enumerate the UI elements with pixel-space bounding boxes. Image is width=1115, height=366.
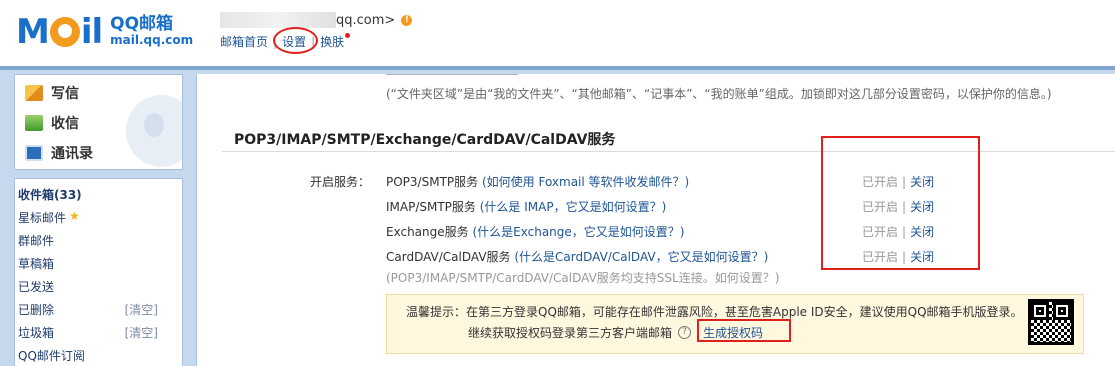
account-info: qq.com> ! (220, 12, 413, 28)
exclamation-icon[interactable]: ! (401, 14, 413, 26)
receive-label: 收信 (51, 116, 79, 132)
folder-label: 草稿箱 (18, 257, 55, 271)
auth-code-prompt: 继续获取授权码登录第三方客户端邮箱 ? (468, 324, 692, 341)
service-name: Exchange服务 (386, 225, 469, 239)
generate-button-highlight (697, 319, 791, 342)
folder-label: 收件箱(33) (18, 188, 82, 202)
folder-label: 垃圾箱 (18, 326, 55, 340)
compose-label: 写信 (51, 86, 79, 102)
service-help-link[interactable]: (什么是CardDAV/CalDAV，它又是如何设置？) (514, 250, 768, 264)
service-help-link[interactable]: (什么是 IMAP，它又是如何设置？) (480, 200, 667, 214)
ssl-note: (POP3/IMAP/SMTP/CardDAV/CalDAV服务均支持SSL连接… (386, 269, 779, 286)
help-icon[interactable]: ? (678, 326, 692, 339)
logo-o-icon (49, 17, 80, 47)
folder-label: 群邮件 (18, 234, 55, 248)
folder-lock-note: (“文件夹区域”是由“我的文件夹”、“其他邮箱”、“记事本”、“我的账单”组成。… (386, 87, 1052, 101)
account-name-blurred (220, 12, 336, 28)
mailbox-home-link[interactable]: 邮箱首页 (220, 33, 268, 50)
star-icon: ★ (69, 209, 80, 223)
settings-link-wrap: 设置 (273, 27, 319, 54)
empty-spam-link[interactable]: [清空] (125, 324, 158, 341)
folder-label: QQ邮件订阅 (18, 349, 85, 363)
folder-inbox[interactable]: 收件箱(33) (18, 186, 158, 203)
logo-mark: Mil (16, 12, 103, 52)
logo-text: QQ邮箱 mail.qq.com (110, 16, 193, 48)
auth-code-text: 继续获取授权码登录第三方客户端邮箱 (468, 326, 673, 340)
service-name: IMAP/SMTP服务 (386, 200, 476, 214)
service-help-link[interactable]: (如何使用 Foxmail 等软件收发邮件？) (482, 175, 689, 189)
ssl-setup-link[interactable]: 如何设置？ (715, 271, 775, 285)
status-highlight-box (821, 136, 980, 270)
contact-card-icon (25, 145, 43, 161)
header: Mil QQ邮箱 mail.qq.com qq.com> ! 邮箱首页 | 设置… (0, 0, 1115, 66)
settings-highlight-circle (273, 27, 319, 54)
service-row-imap: IMAP/SMTP服务 (什么是 IMAP，它又是如何设置？) (386, 198, 666, 215)
ssl-note-close: ) (774, 271, 780, 285)
ssl-note-text: (POP3/IMAP/SMTP/CardDAV/CalDAV服务均支持SSL连接… (386, 271, 715, 285)
frame-top-bar (0, 66, 1115, 70)
security-tip-text: 温馨提示：在第三方登录QQ邮箱，可能存在邮件泄露风险，甚至危害Apple ID安… (406, 305, 1023, 319)
logo-name-en: mail.qq.com (110, 33, 194, 47)
contacts-label: 通讯录 (51, 146, 93, 162)
inbox-download-icon (25, 115, 43, 131)
empty-deleted-link[interactable]: [清空] (125, 301, 158, 318)
service-help-link[interactable]: (什么是Exchange，它又是如何设置？) (472, 225, 684, 239)
section-title: POP3/IMAP/SMTP/Exchange/CardDAV/CalDAV服务 (234, 132, 616, 148)
folder-spam[interactable]: 垃圾箱 [清空] (18, 324, 158, 341)
folder-starred[interactable]: 星标邮件 ★ (18, 209, 158, 226)
folder-sent[interactable]: 已发送 (18, 278, 158, 295)
contacts-button[interactable]: 通讯录 (25, 143, 93, 163)
compose-panel: 写信 收信 通讯录 (14, 74, 183, 170)
folder-group-mail[interactable]: 群邮件 (18, 232, 158, 249)
folder-label: 已发送 (18, 280, 55, 294)
divider (386, 74, 518, 75)
service-label: 开启服务： (310, 175, 371, 189)
service-row-pop3: POP3/SMTP服务 (如何使用 Foxmail 等软件收发邮件？) (386, 173, 689, 190)
folder-subscriptions[interactable]: QQ邮件订阅 (18, 347, 158, 364)
change-skin-link[interactable]: 换肤 (320, 33, 344, 50)
section-divider (222, 151, 1115, 152)
logo-name-cn: QQ邮箱 (110, 14, 174, 34)
new-dot-icon (345, 33, 351, 38)
service-row-exchange: Exchange服务 (什么是Exchange，它又是如何设置？) (386, 223, 684, 240)
compose-button[interactable]: 写信 (25, 83, 79, 103)
account-email-suffix: qq.com> (336, 12, 396, 28)
service-name: CardDAV/CalDAV服务 (386, 250, 511, 264)
top-links: 邮箱首页 | 设置 | 换肤 (220, 27, 351, 54)
qq-mail-logo[interactable]: Mil QQ邮箱 mail.qq.com (16, 14, 193, 50)
folder-deleted[interactable]: 已删除 [清空] (18, 301, 158, 318)
service-name: POP3/SMTP服务 (386, 175, 479, 189)
folder-drafts[interactable]: 草稿箱 (18, 255, 158, 272)
qr-code-icon (1028, 299, 1074, 345)
service-row-carddav: CardDAV/CalDAV服务 (什么是CardDAV/CalDAV，它又是如… (386, 248, 768, 265)
folder-label: 星标邮件 (18, 211, 67, 225)
receive-button[interactable]: 收信 (25, 113, 79, 133)
pencil-icon (25, 85, 43, 101)
penguin-watermark-icon (126, 95, 182, 167)
folder-label: 已删除 (18, 303, 55, 317)
